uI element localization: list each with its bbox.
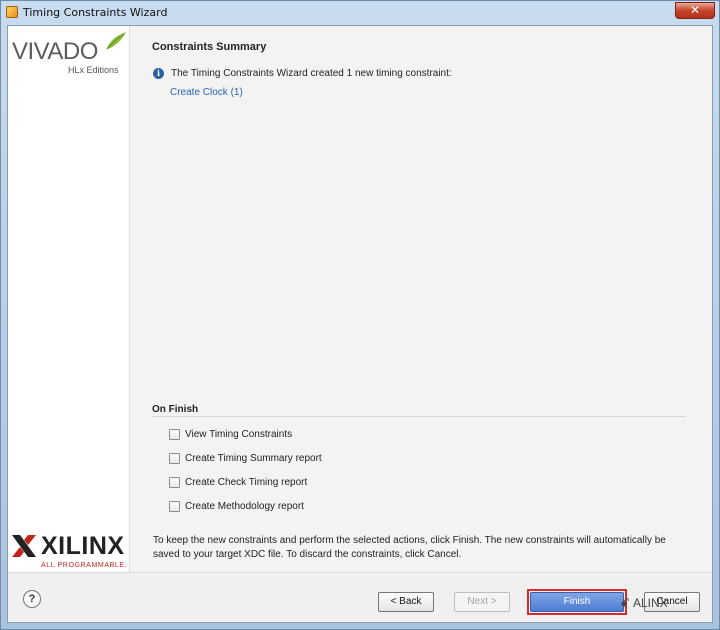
summary-content: Constraints Summary i The Timing Constra…: [131, 26, 714, 572]
on-finish-divider: [152, 416, 686, 417]
xilinx-wordmark: XILINX: [41, 532, 125, 560]
edition-label: HLx Editions: [68, 65, 119, 75]
create-clock-link[interactable]: Create Clock (1): [170, 87, 243, 98]
option-view-timing-constraints[interactable]: View Timing Constraints: [169, 427, 292, 441]
summary-message: The Timing Constraints Wizard created 1 …: [171, 68, 452, 79]
option-methodology-report[interactable]: Create Methodology report: [169, 499, 304, 513]
watermark: ꗃ ALINX: [620, 596, 668, 611]
back-button[interactable]: < Back: [378, 592, 434, 612]
page-title: Constraints Summary: [152, 41, 267, 53]
vivado-leaf-icon: [106, 32, 126, 50]
next-button: Next >: [454, 592, 510, 612]
checkbox-label: Create Methodology report: [185, 500, 304, 512]
checkbox[interactable]: [169, 500, 180, 512]
finish-button[interactable]: Finish: [530, 592, 624, 612]
help-button[interactable]: ?: [23, 590, 41, 608]
vivado-logo: VIVADO: [12, 38, 98, 65]
button-bar: ? < Back Next > Finish Cancel ꗃ ALINX: [8, 572, 712, 622]
checkbox-label: View Timing Constraints: [185, 428, 293, 440]
checkbox-label: Create Check Timing report: [185, 476, 308, 488]
brand-panel: VIVADO HLx Editions XILINX ALL PROGRAMMA…: [8, 26, 130, 572]
xilinx-logo-icon: [12, 535, 36, 557]
checkbox-label: Create Timing Summary report: [185, 452, 322, 464]
watermark-text: ALINX: [632, 596, 668, 610]
wizard-window: Timing Constraints Wizard ✕ VIVADO HLx E…: [0, 0, 720, 630]
info-icon: i: [153, 68, 164, 79]
close-button[interactable]: ✕: [675, 2, 715, 19]
xilinx-tagline: ALL PROGRAMMABLE.: [41, 562, 128, 569]
window-title: Timing Constraints Wizard: [23, 6, 168, 19]
wechat-icon: ꗃ: [620, 596, 630, 610]
title-bar[interactable]: Timing Constraints Wizard ✕: [1, 1, 719, 25]
checkbox[interactable]: [169, 452, 180, 464]
checkbox[interactable]: [169, 428, 180, 440]
on-finish-label: On Finish: [152, 404, 199, 415]
app-icon: [6, 6, 18, 18]
finish-note: To keep the new constraints and perform …: [153, 535, 666, 560]
option-timing-summary-report[interactable]: Create Timing Summary report: [169, 451, 322, 465]
checkbox[interactable]: [169, 476, 180, 488]
wizard-client: VIVADO HLx Editions XILINX ALL PROGRAMMA…: [7, 25, 713, 623]
option-check-timing-report[interactable]: Create Check Timing report: [169, 475, 307, 489]
